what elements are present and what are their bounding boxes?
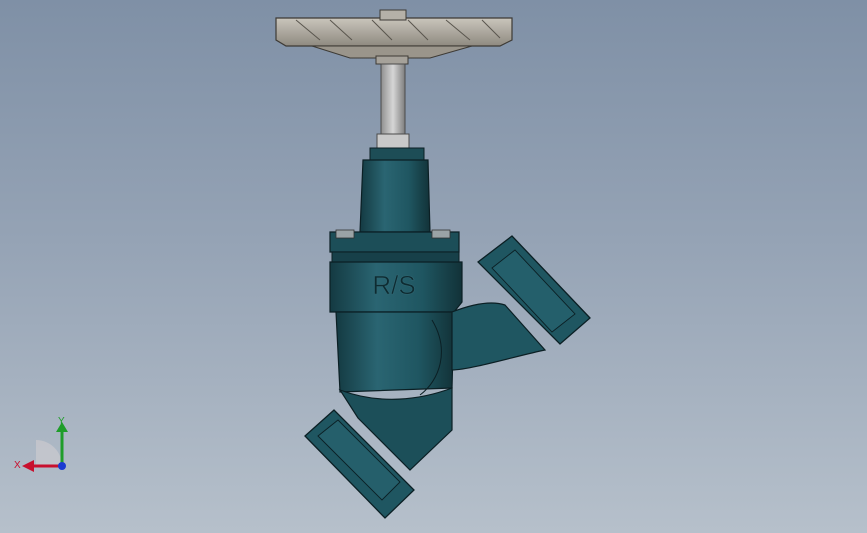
bonnet	[329, 147, 460, 263]
x-axis-label: X	[14, 460, 21, 471]
handwheel[interactable]	[275, 9, 513, 65]
x-axis-arrow-icon	[22, 460, 34, 472]
valve-model[interactable]: R/S	[0, 0, 867, 533]
graphics-viewport[interactable]: R/S Y X	[0, 0, 867, 533]
valve-stem	[376, 63, 410, 149]
z-axis-dot-icon	[58, 462, 66, 470]
body-marking: R/S	[372, 270, 415, 300]
y-axis-label: Y	[58, 416, 65, 427]
reference-triad: Y X	[14, 416, 68, 472]
